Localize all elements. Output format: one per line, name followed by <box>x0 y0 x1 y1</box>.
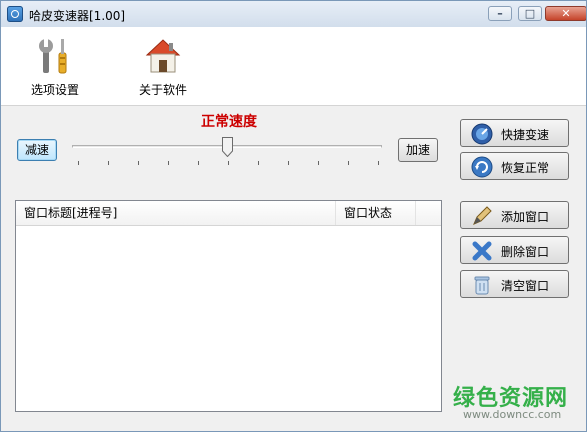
add-window-label: 添加窗口 <box>501 210 550 224</box>
restore-normal-button[interactable]: 恢复正常 <box>460 152 569 180</box>
slider-tick <box>288 161 289 165</box>
quick-speed-label: 快捷变速 <box>501 128 550 142</box>
trash-icon <box>474 276 490 295</box>
slider-tick <box>108 161 109 165</box>
app-window: 哈皮变速器[1.00] – □ ✕ 选项设置 关于软件 正常速度 减速 加速 快… <box>0 0 587 432</box>
slider-tick <box>228 161 229 165</box>
house-icon <box>145 39 181 73</box>
list-header: 窗口标题[进程号] 窗口状态 <box>16 201 441 226</box>
column-header-window-status[interactable]: 窗口状态 <box>336 201 416 225</box>
increase-speed-button[interactable]: 加速 <box>398 138 438 162</box>
decrease-speed-button[interactable]: 减速 <box>17 139 57 161</box>
slider-tick <box>348 161 349 165</box>
minimize-button[interactable]: – <box>488 6 512 21</box>
slider-tick <box>138 161 139 165</box>
window-list[interactable]: 窗口标题[进程号] 窗口状态 <box>15 200 442 412</box>
options-settings-label: 选项设置 <box>30 83 79 97</box>
slider-tick <box>258 161 259 165</box>
delete-window-button[interactable]: 删除窗口 <box>460 236 569 264</box>
title-bar[interactable]: 哈皮变速器[1.00] – □ ✕ <box>1 1 586 28</box>
maximize-button[interactable]: □ <box>518 6 542 21</box>
slider-tick <box>318 161 319 165</box>
pen-icon <box>473 206 492 225</box>
speedometer-icon <box>471 123 493 145</box>
speed-slider-thumb[interactable] <box>222 137 233 157</box>
tools-icon <box>39 39 67 74</box>
restore-normal-label: 恢复正常 <box>501 161 550 175</box>
slider-tick <box>198 161 199 165</box>
refresh-icon <box>471 156 493 178</box>
delete-x-icon <box>472 241 492 261</box>
close-icon: ✕ <box>561 7 571 20</box>
speed-status-label: 正常速度 <box>201 114 257 130</box>
slider-tick <box>78 161 79 165</box>
decrease-speed-label: 减速 <box>24 143 49 157</box>
slider-tick <box>378 161 379 165</box>
close-button[interactable]: ✕ <box>545 6 586 21</box>
add-window-button[interactable]: 添加窗口 <box>460 201 569 229</box>
minimize-icon: – <box>497 7 503 20</box>
clear-window-label: 清空窗口 <box>501 279 550 293</box>
increase-speed-label: 加速 <box>405 143 430 157</box>
options-settings-button[interactable]: 选项设置 <box>15 37 95 101</box>
watermark-url: www.downcc.com <box>463 408 562 421</box>
app-icon <box>7 6 23 22</box>
maximize-icon: □ <box>524 7 536 20</box>
slider-tick <box>168 161 169 165</box>
column-header-window-title[interactable]: 窗口标题[进程号] <box>16 201 336 225</box>
delete-window-label: 删除窗口 <box>501 245 550 259</box>
window-title: 哈皮变速器[1.00] <box>29 9 126 23</box>
about-software-button[interactable]: 关于软件 <box>123 37 203 101</box>
about-software-label: 关于软件 <box>138 83 187 97</box>
quick-speed-button[interactable]: 快捷变速 <box>460 119 569 147</box>
clear-window-button[interactable]: 清空窗口 <box>460 270 569 298</box>
toolbar: 选项设置 关于软件 <box>1 27 586 106</box>
